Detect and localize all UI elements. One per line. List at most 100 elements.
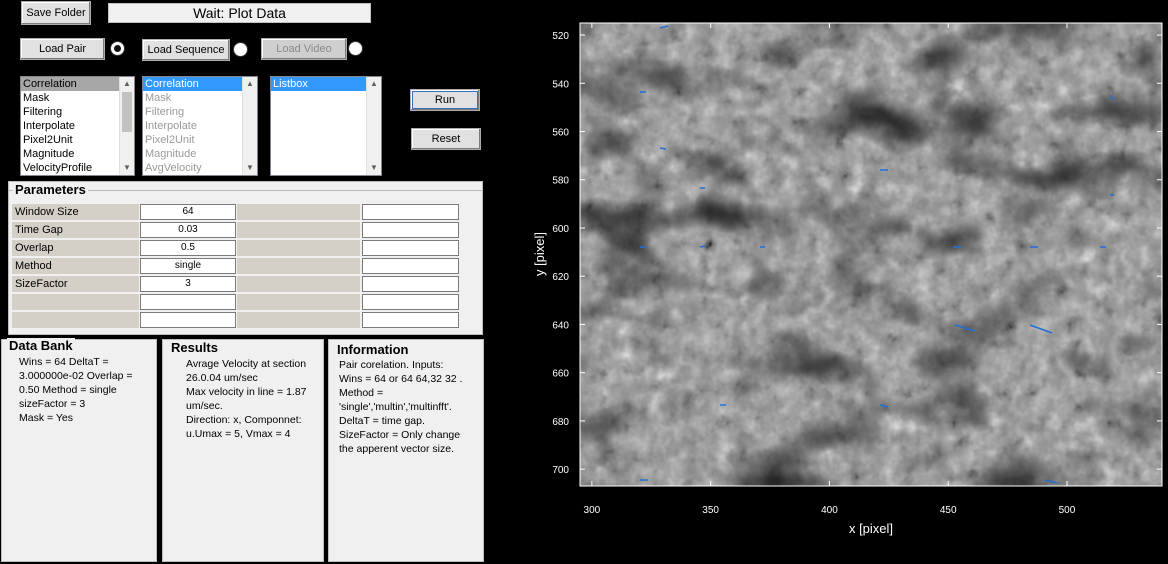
list-item[interactable]: Mask bbox=[21, 91, 134, 105]
list-item[interactable]: Filtering bbox=[143, 105, 257, 119]
scrollbar-thumb[interactable] bbox=[122, 92, 132, 132]
parameter-label: SizeFactor bbox=[12, 276, 139, 292]
results-panel: Results Avrage Velocity at section 26.0.0… bbox=[162, 339, 324, 562]
y-axis-label: y [pixel] bbox=[532, 232, 547, 276]
load-pair-radio[interactable] bbox=[110, 41, 125, 56]
results-title: Results bbox=[169, 340, 220, 355]
parameter-label: Overlap bbox=[12, 240, 139, 256]
parameter-label-extra bbox=[237, 204, 360, 220]
information-title: Information bbox=[335, 342, 411, 357]
y-tick-label: 660 bbox=[552, 369, 569, 380]
parameter-value-field-extra[interactable] bbox=[362, 312, 459, 328]
reset-button[interactable]: Reset bbox=[411, 128, 481, 150]
save-folder-button[interactable]: Save Folder bbox=[21, 1, 91, 25]
parameter-value-field[interactable]: 3 bbox=[140, 276, 236, 292]
parameter-value-field[interactable]: 64 bbox=[140, 204, 236, 220]
parameter-value-field[interactable]: 0.5 bbox=[140, 240, 236, 256]
parameter-value-field[interactable]: 0.03 bbox=[140, 222, 236, 238]
operations-listbox[interactable]: Correlation Mask Filtering Interpolate Pixel… bbox=[20, 76, 135, 176]
parameter-label-extra bbox=[237, 258, 360, 274]
output-listbox-scrollbar[interactable]: ▲ ▼ bbox=[366, 77, 381, 175]
list-item[interactable]: Interpolate bbox=[143, 119, 257, 133]
list-item[interactable]: Interpolate bbox=[21, 119, 134, 133]
scroll-up-icon[interactable]: ▲ bbox=[243, 77, 257, 91]
panel-text-line: um/sec. bbox=[186, 400, 223, 412]
parameter-label-extra bbox=[237, 294, 360, 310]
parameter-label bbox=[12, 294, 139, 310]
operations-listbox-scrollbar[interactable]: ▲ ▼ bbox=[119, 77, 134, 175]
list-item[interactable]: Filtering bbox=[21, 105, 134, 119]
status-text: Wait: Plot Data bbox=[193, 5, 286, 21]
panel-text-line: Max velocity in line = 1.87 bbox=[186, 386, 307, 398]
databank-title: Data Bank bbox=[7, 338, 75, 353]
velocity-plot[interactable]: 300 350 400 450 500 520 540 560 580 600 620 640 660… bbox=[518, 0, 1168, 564]
list-item[interactable]: Magnitude bbox=[21, 147, 134, 161]
y-tick-label: 640 bbox=[552, 320, 569, 331]
selected-operations-listbox-scrollbar[interactable]: ▲ ▼ bbox=[242, 77, 257, 175]
list-item[interactable]: Listbox bbox=[271, 77, 381, 91]
list-item[interactable]: AvgVelocity bbox=[143, 161, 257, 175]
x-tick-label: 500 bbox=[1059, 505, 1076, 516]
list-item[interactable]: VelocityProfile bbox=[21, 161, 134, 175]
parameter-value-field-extra[interactable] bbox=[362, 258, 459, 274]
panel-text-line: 3.000000e-02 Overlap = bbox=[19, 370, 133, 382]
parameter-value-field[interactable]: single bbox=[140, 258, 236, 274]
information-text: Pair corelation. Inputs: Wins = 64 or 64 … bbox=[339, 358, 483, 456]
x-tick-label: 450 bbox=[940, 505, 957, 516]
selected-operations-list-items: Correlation Mask Filtering Interpolate Pixel… bbox=[143, 77, 257, 175]
list-item[interactable]: Magnitude bbox=[143, 147, 257, 161]
parameter-value-field-extra[interactable] bbox=[362, 294, 459, 310]
panel-text-line: u.Umax = 5, Vmax = 4 bbox=[186, 428, 291, 440]
list-item[interactable]: Mask bbox=[143, 91, 257, 105]
load-sequence-radio[interactable] bbox=[233, 42, 248, 57]
panel-text-line: 'single','multin','multinfft'. bbox=[339, 401, 452, 413]
parameter-value-field-extra[interactable] bbox=[362, 222, 459, 238]
parameter-label-extra bbox=[237, 312, 360, 328]
y-tick-label: 700 bbox=[552, 465, 569, 476]
panel-text-line: Method = bbox=[339, 387, 384, 399]
load-video-label: Load Video bbox=[276, 43, 332, 55]
y-tick-label: 600 bbox=[552, 224, 569, 235]
parameter-value-field[interactable] bbox=[140, 294, 236, 310]
list-item[interactable]: Pixel2Unit bbox=[21, 133, 134, 147]
list-item[interactable]: Correlation bbox=[143, 77, 257, 91]
output-listbox[interactable]: Listbox ▲ ▼ bbox=[270, 76, 382, 176]
scroll-down-icon[interactable]: ▼ bbox=[367, 161, 381, 175]
scroll-up-icon[interactable]: ▲ bbox=[120, 77, 134, 91]
x-tick-label: 350 bbox=[702, 505, 719, 516]
parameter-label-extra bbox=[237, 240, 360, 256]
x-axis-label: x [pixel] bbox=[849, 521, 893, 536]
output-list-items: Listbox bbox=[271, 77, 381, 91]
load-video-button[interactable]: Load Video bbox=[261, 38, 347, 60]
panel-text-line: Pair corelation. Inputs: bbox=[339, 359, 444, 371]
selected-operations-listbox[interactable]: Correlation Mask Filtering Interpolate Pixel… bbox=[142, 76, 258, 176]
parameter-value-field-extra[interactable] bbox=[362, 240, 459, 256]
list-item[interactable]: Pixel2Unit bbox=[143, 133, 257, 147]
scroll-up-icon[interactable]: ▲ bbox=[367, 77, 381, 91]
parameter-label: Window Size bbox=[12, 204, 139, 220]
databank-text: Wins = 64 DeltaT = 3.000000e-02 Overlap =… bbox=[19, 355, 154, 425]
scroll-down-icon[interactable]: ▼ bbox=[120, 161, 134, 175]
parameter-value-field-extra[interactable] bbox=[362, 276, 459, 292]
list-item[interactable]: Correlation bbox=[21, 77, 134, 91]
parameter-label-extra bbox=[237, 276, 360, 292]
save-folder-label: Save Folder bbox=[26, 7, 86, 19]
parameter-value-field[interactable] bbox=[140, 312, 236, 328]
load-sequence-button[interactable]: Load Sequence bbox=[142, 39, 230, 61]
parameter-label: Time Gap bbox=[12, 222, 139, 238]
load-video-radio[interactable] bbox=[348, 41, 363, 56]
parameters-panel: Parameters Window Size 64 Time Gap 0.03 Over… bbox=[8, 181, 483, 335]
load-pair-button[interactable]: Load Pair bbox=[20, 38, 105, 60]
parameter-label bbox=[12, 312, 139, 328]
x-tick-label: 400 bbox=[821, 505, 838, 516]
panel-text-line: sizeFactor = 3 bbox=[19, 398, 86, 410]
panel-text-line: the apperent vector size. bbox=[339, 443, 454, 455]
reset-label: Reset bbox=[431, 133, 461, 145]
scroll-down-icon[interactable]: ▼ bbox=[243, 161, 257, 175]
parameter-value-field-extra[interactable] bbox=[362, 204, 459, 220]
velocity-vector-arrow bbox=[659, 147, 667, 150]
load-sequence-label: Load Sequence bbox=[147, 44, 225, 56]
run-button[interactable]: Run bbox=[410, 89, 480, 111]
status-display: Wait: Plot Data bbox=[108, 3, 371, 23]
panel-text-line: Direction: x, Componnet: bbox=[186, 414, 302, 426]
